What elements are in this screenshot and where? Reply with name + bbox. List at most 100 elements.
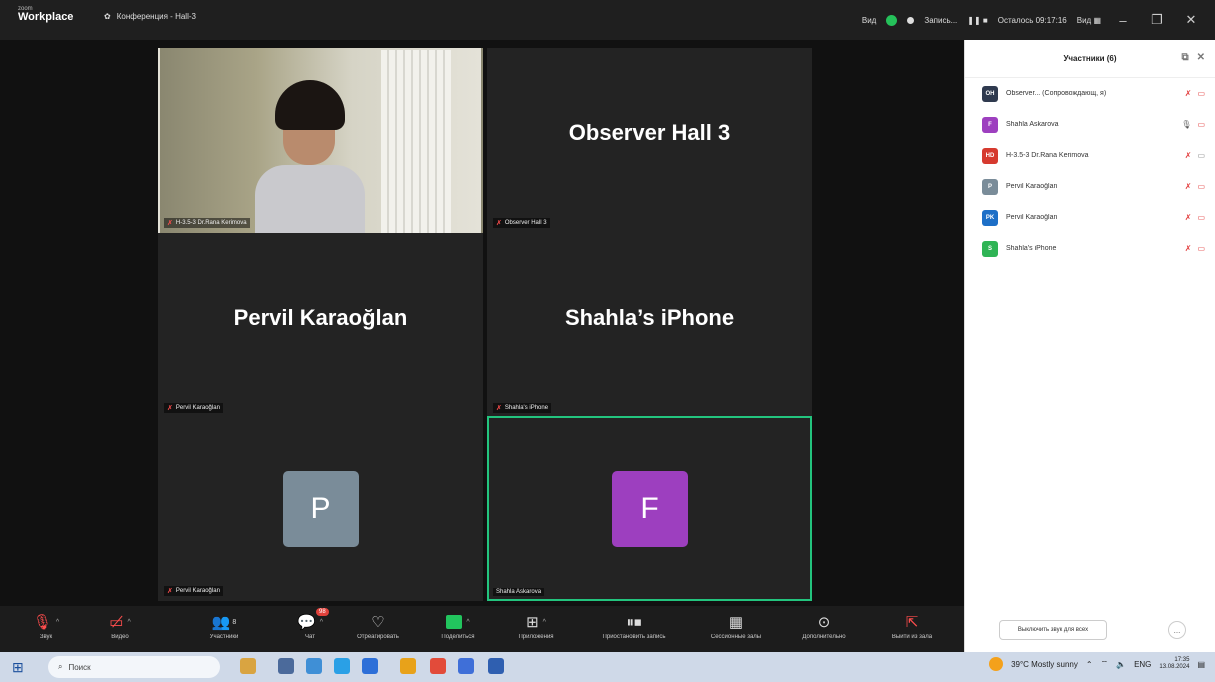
- video-off-icon[interactable]: ▭: [1197, 244, 1205, 253]
- windows-start-icon[interactable]: ⊞: [12, 659, 24, 676]
- apps-icon: ⊞: [526, 614, 539, 631]
- view-button[interactable]: Вид: [862, 16, 876, 25]
- file-explorer-icon[interactable]: [306, 658, 322, 674]
- participant-status: ✗ ▭: [1185, 182, 1205, 191]
- background-blinds: [381, 50, 451, 235]
- video-off-icon[interactable]: ▭: [1197, 89, 1205, 98]
- titlebar-controls: Вид Запись... ❚❚ ■ Осталось 09:17:16 Вид…: [862, 12, 1203, 28]
- video-on-icon[interactable]: ▭: [1197, 151, 1205, 160]
- video-off-icon[interactable]: ▭: [1197, 120, 1205, 129]
- zoom-taskbar-icon[interactable]: [458, 658, 474, 674]
- close-panel-icon[interactable]: ✕: [1197, 52, 1205, 63]
- meeting-toolbar: 🎙 ^ Звук ▭̸ ^ Видео 👥 8 Участники 💬 ^ 98 Чат…: [0, 606, 964, 652]
- clock[interactable]: 17:35 13.08.2024: [1159, 657, 1189, 671]
- tray-overflow-icon[interactable]: ⌃: [1086, 660, 1093, 669]
- video-tile[interactable]: P ✗ Pervil Karaoğlan: [158, 416, 483, 601]
- audio-button[interactable]: 🎙 ^ Звук: [6, 610, 86, 640]
- participant-name: H-3.5-3 Dr.Rana Kerimova: [1006, 152, 1089, 159]
- share-label: Поделиться: [441, 634, 475, 640]
- layout-button[interactable]: Вид ▦: [1077, 16, 1101, 25]
- audio-label: Звук: [39, 634, 53, 640]
- share-screen-icon: [446, 615, 463, 629]
- share-button[interactable]: ^ Поделиться: [418, 610, 498, 640]
- tile-caption: ✗ Shahla's iPhone: [493, 403, 552, 413]
- mic-muted-icon: 🎙: [32, 614, 52, 631]
- panel-footer: Выключить звук для всех ...: [965, 618, 1215, 644]
- chevron-up-icon[interactable]: ^: [56, 619, 59, 626]
- video-tile[interactable]: Observer Hall 3 ✗ Observer Hall 3: [487, 48, 812, 233]
- word-icon[interactable]: [488, 658, 504, 674]
- participant-row[interactable]: F Shahla Askarova 🎙 ▭: [965, 109, 1215, 140]
- tile-name: Pervil Karaoğlan: [175, 405, 220, 411]
- store-app-icon[interactable]: [362, 658, 378, 674]
- participant-row[interactable]: HD H-3.5-3 Dr.Rana Kerimova ✗ ▭: [965, 140, 1215, 171]
- breakout-rooms-button[interactable]: ▦ Сессионные залы: [696, 610, 776, 640]
- mic-muted-icon: ✗: [167, 588, 173, 595]
- video-tile-active-speaker[interactable]: F Shahla Askarova: [487, 416, 812, 601]
- widget-app-icon[interactable]: [240, 658, 256, 674]
- apps-label: Приложения: [518, 634, 554, 640]
- app-icon[interactable]: [430, 658, 446, 674]
- mic-muted-icon[interactable]: ✗: [1185, 244, 1192, 253]
- video-off-icon[interactable]: ▭: [1197, 182, 1205, 191]
- network-icon[interactable]: ⌔: [1101, 659, 1109, 669]
- mic-muted-icon[interactable]: ✗: [1185, 89, 1192, 98]
- leave-room-button[interactable]: ⇱ Выйти из зала: [872, 610, 952, 640]
- weather-text[interactable]: 39°C Mostly sunny: [1011, 660, 1078, 669]
- participant-row[interactable]: PK Pervil Karaoğlan ✗ ▭: [965, 202, 1215, 233]
- tile-name: Shahla Askarova: [496, 589, 542, 595]
- apps-button[interactable]: ⊞ ^ Приложения: [496, 610, 576, 640]
- close-icon[interactable]: ✕: [1179, 12, 1203, 28]
- video-off-icon: ▭̸: [109, 614, 124, 631]
- chevron-up-icon[interactable]: ^: [127, 619, 130, 626]
- react-button[interactable]: ♡ Отреагировать: [338, 610, 418, 640]
- recording-label[interactable]: Запись...: [924, 16, 957, 25]
- mic-muted-icon: ✗: [167, 405, 173, 412]
- video-tile[interactable]: Shahla’s iPhone ✗ Shahla's iPhone: [487, 233, 812, 418]
- meeting-info[interactable]: ✿ Конференция - Hall-3: [104, 12, 196, 21]
- video-off-icon[interactable]: ▭: [1197, 213, 1205, 222]
- chevron-up-icon[interactable]: ^: [320, 619, 323, 626]
- title-bar: zoom Workplace ✿ Конференция - Hall-3 Ви…: [0, 0, 1215, 40]
- mute-all-button[interactable]: Выключить звук для всех: [999, 620, 1107, 640]
- participant-row[interactable]: S Shahla's iPhone ✗ ▭: [965, 233, 1215, 264]
- security-shield-icon[interactable]: [886, 14, 898, 26]
- chevron-up-icon[interactable]: ^: [466, 619, 469, 626]
- notifications-icon[interactable]: ▤: [1197, 660, 1205, 669]
- tile-display-name: Observer Hall 3: [568, 120, 731, 145]
- mic-muted-icon[interactable]: ✗: [1185, 213, 1192, 222]
- participant-avatar: F: [982, 116, 998, 133]
- mic-muted-icon[interactable]: ✗: [1185, 151, 1192, 160]
- more-button[interactable]: ⊙ Дополнительно: [784, 610, 864, 640]
- mic-on-icon[interactable]: 🎙: [1181, 120, 1191, 129]
- popout-icon[interactable]: ⧉: [1181, 52, 1188, 63]
- chevron-up-icon[interactable]: ^: [543, 619, 546, 626]
- language-indicator[interactable]: ENG: [1134, 660, 1151, 669]
- chrome-icon[interactable]: [400, 658, 416, 674]
- participant-status: ✗ ▭: [1185, 213, 1205, 222]
- mail-app-icon[interactable]: [334, 658, 350, 674]
- more-options-button[interactable]: ...: [1168, 621, 1186, 639]
- layout-label: Вид: [1076, 15, 1092, 25]
- meeting-icon: ✿: [104, 12, 111, 21]
- chat-icon: 💬: [297, 614, 316, 631]
- pause-stop-icon[interactable]: ❚❚ ■: [967, 16, 987, 25]
- minimize-icon[interactable]: –: [1111, 13, 1135, 28]
- participant-row[interactable]: OH Observer... (Сопровождающ, я) ✗ ▭: [965, 78, 1215, 109]
- video-tile[interactable]: ✗ H-3.5-3 Dr.Rana Kerimova: [158, 48, 483, 235]
- participant-status: ✗ ▭: [1185, 89, 1205, 98]
- restore-icon[interactable]: ❐: [1145, 12, 1169, 28]
- mic-muted-icon[interactable]: ✗: [1185, 182, 1192, 191]
- participants-button[interactable]: 👥 8 Участники: [184, 610, 264, 640]
- taskbar-search[interactable]: ⌕ Поиск: [48, 656, 220, 678]
- participant-name: Shahla Askarova: [1006, 121, 1059, 128]
- speaker-icon[interactable]: 🔈: [1116, 660, 1126, 669]
- video-tile[interactable]: Pervil Karaoğlan ✗ Pervil Karaoğlan: [158, 233, 483, 418]
- pause-record-button[interactable]: ⏸⏹ Приостановить запись: [594, 610, 674, 641]
- task-view-icon[interactable]: [278, 658, 294, 674]
- recording-icon: [907, 16, 915, 24]
- video-button[interactable]: ▭̸ ^ Видео: [80, 610, 160, 640]
- participant-row[interactable]: P Pervil Karaoğlan ✗ ▭: [965, 171, 1215, 202]
- tile-caption: ✗ Pervil Karaoğlan: [164, 586, 223, 596]
- participant-name: Pervil Karaoğlan: [1006, 183, 1058, 190]
